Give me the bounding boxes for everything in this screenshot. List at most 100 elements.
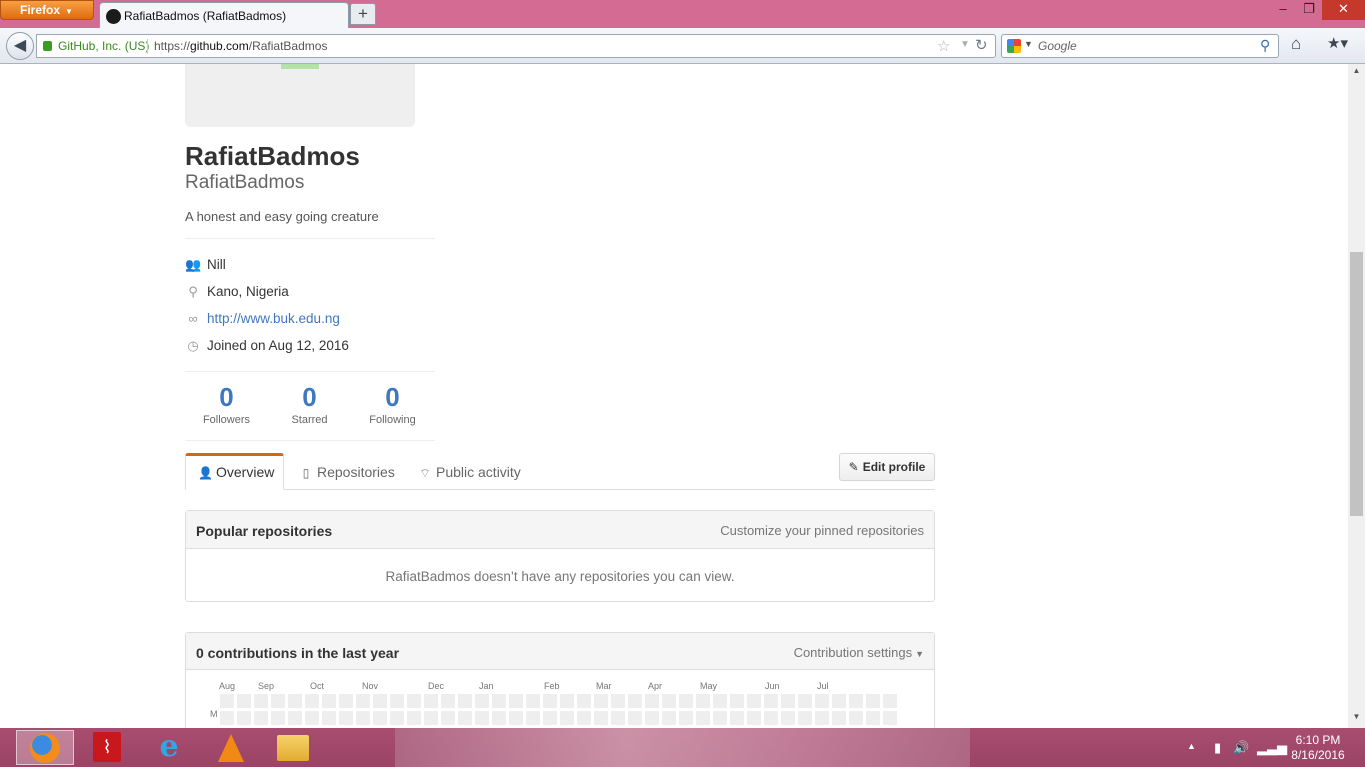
new-tab-button[interactable]: +	[350, 3, 376, 25]
battery-icon[interactable]: ▮	[1214, 740, 1221, 756]
contribution-cell[interactable]	[628, 711, 642, 725]
contribution-cell[interactable]	[560, 694, 574, 708]
contribution-cell[interactable]	[764, 711, 778, 725]
customize-pinned-link[interactable]: Customize your pinned repositories	[720, 523, 924, 538]
contribution-cell[interactable]	[849, 711, 863, 725]
contribution-cell[interactable]	[322, 694, 336, 708]
address-bar[interactable]: GitHub, Inc. (US) https://github.com/Raf…	[36, 34, 996, 58]
contribution-cell[interactable]	[424, 694, 438, 708]
minimize-button[interactable]: ‒	[1270, 0, 1296, 20]
contribution-cell[interactable]	[832, 711, 846, 725]
contribution-cell[interactable]	[509, 694, 523, 708]
contribution-cell[interactable]	[441, 711, 455, 725]
avatar[interactable]	[185, 64, 415, 127]
reload-icon[interactable]: ↻	[975, 36, 988, 54]
contribution-cell[interactable]	[747, 711, 761, 725]
bookmark-star-icon[interactable]: ☆	[937, 37, 950, 55]
contribution-cell[interactable]	[441, 694, 455, 708]
contribution-cell[interactable]	[305, 711, 319, 725]
contribution-cell[interactable]	[611, 711, 625, 725]
contribution-settings-dropdown[interactable]: Contribution settings ▼	[794, 645, 924, 660]
contribution-cell[interactable]	[220, 694, 234, 708]
contribution-cell[interactable]	[339, 694, 353, 708]
contribution-cell[interactable]	[356, 694, 370, 708]
restore-button[interactable]: ❐	[1296, 0, 1322, 20]
contribution-cell[interactable]	[815, 711, 829, 725]
search-engine-dropdown-icon[interactable]: ▼	[1024, 39, 1033, 49]
search-icon[interactable]: ⚲	[1260, 37, 1270, 54]
contribution-cell[interactable]	[356, 711, 370, 725]
contribution-cell[interactable]	[458, 694, 472, 708]
contribution-cell[interactable]	[305, 694, 319, 708]
contribution-cell[interactable]	[594, 694, 608, 708]
contribution-cell[interactable]	[492, 694, 506, 708]
contribution-cell[interactable]	[713, 711, 727, 725]
contribution-cell[interactable]	[492, 711, 506, 725]
stat-following[interactable]: 0 Following	[351, 382, 434, 426]
scroll-down-arrow-icon[interactable]: ▼	[1348, 712, 1365, 726]
contribution-cell[interactable]	[458, 711, 472, 725]
firefox-menu-button[interactable]: Firefox ▼	[0, 0, 94, 20]
contribution-cell[interactable]	[254, 694, 268, 708]
history-dropdown-icon[interactable]: ▼	[960, 39, 970, 50]
contribution-cell[interactable]	[798, 711, 812, 725]
show-hidden-icons-icon[interactable]: ▲	[1187, 741, 1196, 751]
contribution-cell[interactable]	[288, 711, 302, 725]
contribution-cell[interactable]	[220, 711, 234, 725]
contribution-cell[interactable]	[866, 694, 880, 708]
site-identity[interactable]: GitHub, Inc. (US)	[58, 39, 149, 53]
contribution-cell[interactable]	[645, 711, 659, 725]
contribution-cell[interactable]	[662, 711, 676, 725]
contribution-cell[interactable]	[679, 711, 693, 725]
contribution-cell[interactable]	[628, 694, 642, 708]
contribution-cell[interactable]	[390, 694, 404, 708]
contribution-cell[interactable]	[594, 711, 608, 725]
contribution-cell[interactable]	[543, 694, 557, 708]
contribution-cell[interactable]	[407, 694, 421, 708]
taskbar-explorer-button[interactable]	[264, 730, 322, 765]
vertical-scrollbar[interactable]: ▲ ▼	[1348, 64, 1365, 728]
contribution-cell[interactable]	[662, 694, 676, 708]
contribution-cell[interactable]	[237, 711, 251, 725]
contribution-cell[interactable]	[611, 694, 625, 708]
contribution-cell[interactable]	[883, 711, 897, 725]
contribution-cell[interactable]	[543, 711, 557, 725]
contribution-cell[interactable]	[288, 694, 302, 708]
contribution-cell[interactable]	[815, 694, 829, 708]
contribution-cell[interactable]	[475, 711, 489, 725]
contribution-cell[interactable]	[730, 711, 744, 725]
contribution-cell[interactable]	[781, 711, 795, 725]
taskbar-acrobat-button[interactable]: ⌇	[78, 730, 136, 765]
home-icon[interactable]: ⌂	[1291, 34, 1301, 54]
tab-overview[interactable]: 👤 Overview	[185, 453, 284, 490]
contribution-cell[interactable]	[645, 694, 659, 708]
contribution-cell[interactable]	[883, 694, 897, 708]
contribution-cell[interactable]	[373, 711, 387, 725]
search-bar[interactable]: ▼ Google ⚲	[1001, 34, 1279, 58]
contribution-cell[interactable]	[509, 711, 523, 725]
contribution-cell[interactable]	[526, 711, 540, 725]
tab-repositories[interactable]: ▯ Repositories	[299, 453, 395, 490]
contribution-cell[interactable]	[696, 711, 710, 725]
contribution-cell[interactable]	[781, 694, 795, 708]
close-window-button[interactable]: ✕	[1322, 0, 1365, 20]
contribution-cell[interactable]	[577, 711, 591, 725]
website-link[interactable]: http://www.buk.edu.ng	[207, 311, 340, 326]
edit-profile-button[interactable]: ✎ Edit profile	[839, 453, 935, 481]
browser-tab[interactable]: RafiatBadmos (RafiatBadmos)	[99, 2, 349, 28]
contribution-cell[interactable]	[696, 694, 710, 708]
contribution-cell[interactable]	[322, 711, 336, 725]
tab-public-activity[interactable]: ⌔ Public activity	[418, 453, 520, 490]
taskbar-ie-button[interactable]: e	[140, 730, 198, 765]
contribution-cell[interactable]	[339, 711, 353, 725]
contribution-cell[interactable]	[390, 711, 404, 725]
taskbar-vlc-button[interactable]	[202, 730, 260, 765]
stat-starred[interactable]: 0 Starred	[268, 382, 351, 426]
contribution-cell[interactable]	[271, 694, 285, 708]
stat-followers[interactable]: 0 Followers	[185, 382, 268, 426]
contribution-cell[interactable]	[407, 711, 421, 725]
contribution-cell[interactable]	[730, 694, 744, 708]
scrollbar-thumb[interactable]	[1350, 252, 1363, 516]
contribution-cell[interactable]	[526, 694, 540, 708]
contribution-cell[interactable]	[832, 694, 846, 708]
